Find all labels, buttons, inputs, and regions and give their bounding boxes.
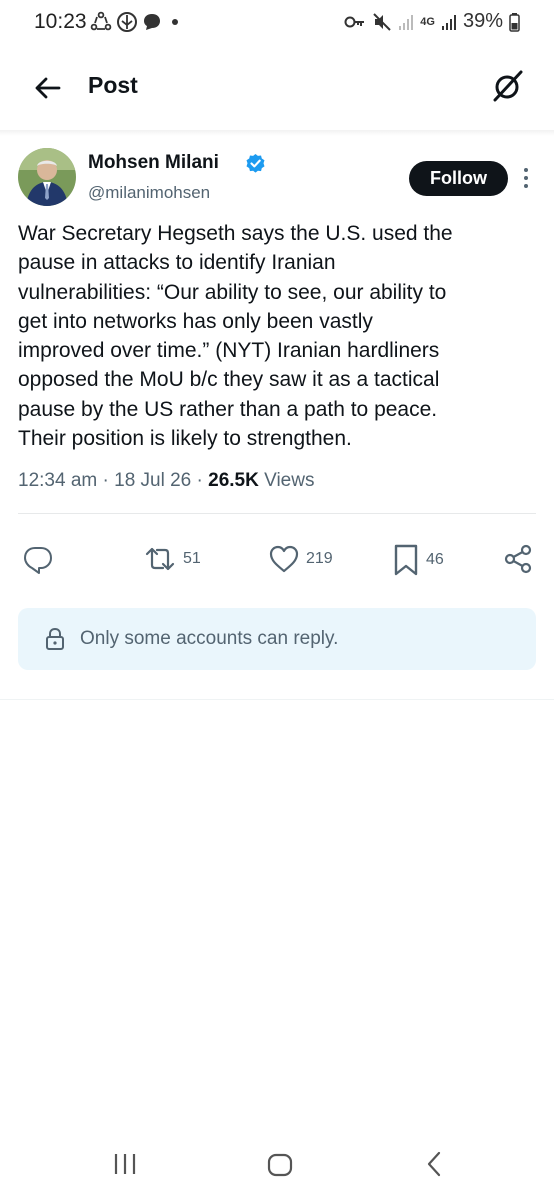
header-shadow <box>0 130 554 136</box>
lock-icon <box>46 627 64 650</box>
heart-icon <box>269 545 299 573</box>
views-label[interactable]: Views <box>264 470 314 491</box>
reply-button[interactable] <box>22 543 60 575</box>
post-text: War Secretary Hegseth says the U.S. used… <box>18 222 453 451</box>
status-bar: 10:23 4G 39% <box>0 0 554 44</box>
avatar[interactable] <box>18 148 76 206</box>
reply-icon <box>24 547 52 574</box>
signal-icon <box>441 14 456 30</box>
home-icon[interactable] <box>266 1152 294 1178</box>
repost-button[interactable]: 51 <box>143 543 201 575</box>
key-icon <box>344 16 365 27</box>
status-right-icons: 4G 39% <box>344 10 520 33</box>
bookmark-count: 46 <box>426 551 444 568</box>
follow-button[interactable]: Follow <box>409 161 508 196</box>
like-button[interactable]: 219 <box>268 543 333 575</box>
status-left-icons <box>90 11 184 33</box>
reply-restriction-notice: Only some accounts can reply. <box>18 608 536 670</box>
like-count: 219 <box>306 550 333 567</box>
battery-percent: 39% <box>462 10 503 32</box>
author-name[interactable]: Mohsen Milani <box>88 152 219 174</box>
chat-bubble-icon <box>144 14 160 30</box>
post-time[interactable]: 12:34 am <box>18 470 97 491</box>
repost-count: 51 <box>183 550 201 567</box>
author-handle[interactable]: @milanimohsen <box>88 183 210 203</box>
recents-icon[interactable] <box>110 1152 140 1176</box>
views-count[interactable]: 26.5K <box>208 470 259 491</box>
divider <box>0 699 554 700</box>
post-date[interactable]: 18 Jul 26 <box>114 470 191 491</box>
bookmark-button[interactable]: 46 <box>392 543 444 577</box>
grok-icon[interactable] <box>490 68 526 104</box>
mute-icon <box>373 12 391 31</box>
reply-notice-text: Only some accounts can reply. <box>80 628 339 649</box>
sync-icon <box>90 11 112 31</box>
arrow-left-icon[interactable] <box>32 72 64 104</box>
system-nav-bar <box>0 1130 554 1200</box>
verified-badge-icon <box>246 153 265 173</box>
post-meta: 12:34 am · 18 Jul 26 · 26.5K Views <box>18 470 314 492</box>
share-button[interactable] <box>502 543 534 575</box>
meta-separator: · <box>102 470 109 491</box>
carrier-icon <box>117 12 137 32</box>
repost-icon <box>145 547 175 571</box>
divider <box>18 513 536 514</box>
status-time: 10:23 <box>34 10 87 33</box>
signal-icon <box>399 14 414 30</box>
page-title: Post <box>88 72 138 98</box>
avatar-image <box>18 148 76 206</box>
dot-icon <box>172 19 178 25</box>
top-app-bar: Post <box>0 44 554 130</box>
share-icon <box>504 544 532 574</box>
back-nav-icon[interactable] <box>424 1150 444 1178</box>
bookmark-icon <box>394 544 418 576</box>
network-type-label: 4G <box>420 15 435 28</box>
meta-separator: · <box>196 470 203 491</box>
more-options-icon[interactable] <box>516 165 536 191</box>
battery-icon <box>509 12 520 32</box>
